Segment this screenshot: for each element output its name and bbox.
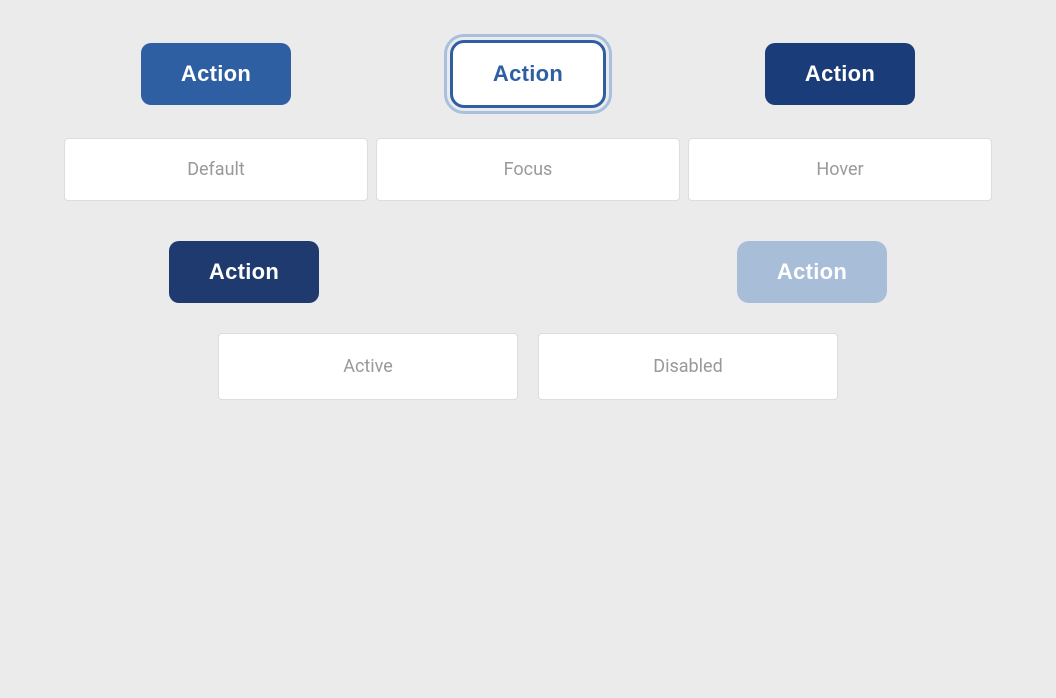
- label-active: Active: [218, 333, 518, 400]
- active-button[interactable]: Action: [169, 241, 319, 303]
- button-row-2: Action Action: [60, 241, 996, 303]
- focus-button[interactable]: Action: [450, 40, 606, 108]
- label-hover: Hover: [688, 138, 992, 201]
- col-disabled: Action: [628, 241, 996, 303]
- col-default: Action: [60, 43, 372, 105]
- labels-row-2: Active Disabled: [60, 333, 996, 400]
- label-focus: Focus: [376, 138, 680, 201]
- col-active: Action: [60, 241, 428, 303]
- col-hover: Action: [684, 43, 996, 105]
- main-container: Action Action Action Default Focus Hover…: [0, 0, 1056, 698]
- col-focus: Action: [372, 40, 684, 108]
- default-button[interactable]: Action: [141, 43, 291, 105]
- button-row-1: Action Action Action: [60, 40, 996, 108]
- disabled-button: Action: [737, 241, 887, 303]
- hover-button[interactable]: Action: [765, 43, 915, 105]
- label-disabled: Disabled: [538, 333, 838, 400]
- label-default: Default: [64, 138, 368, 201]
- labels-row-1: Default Focus Hover: [60, 138, 996, 201]
